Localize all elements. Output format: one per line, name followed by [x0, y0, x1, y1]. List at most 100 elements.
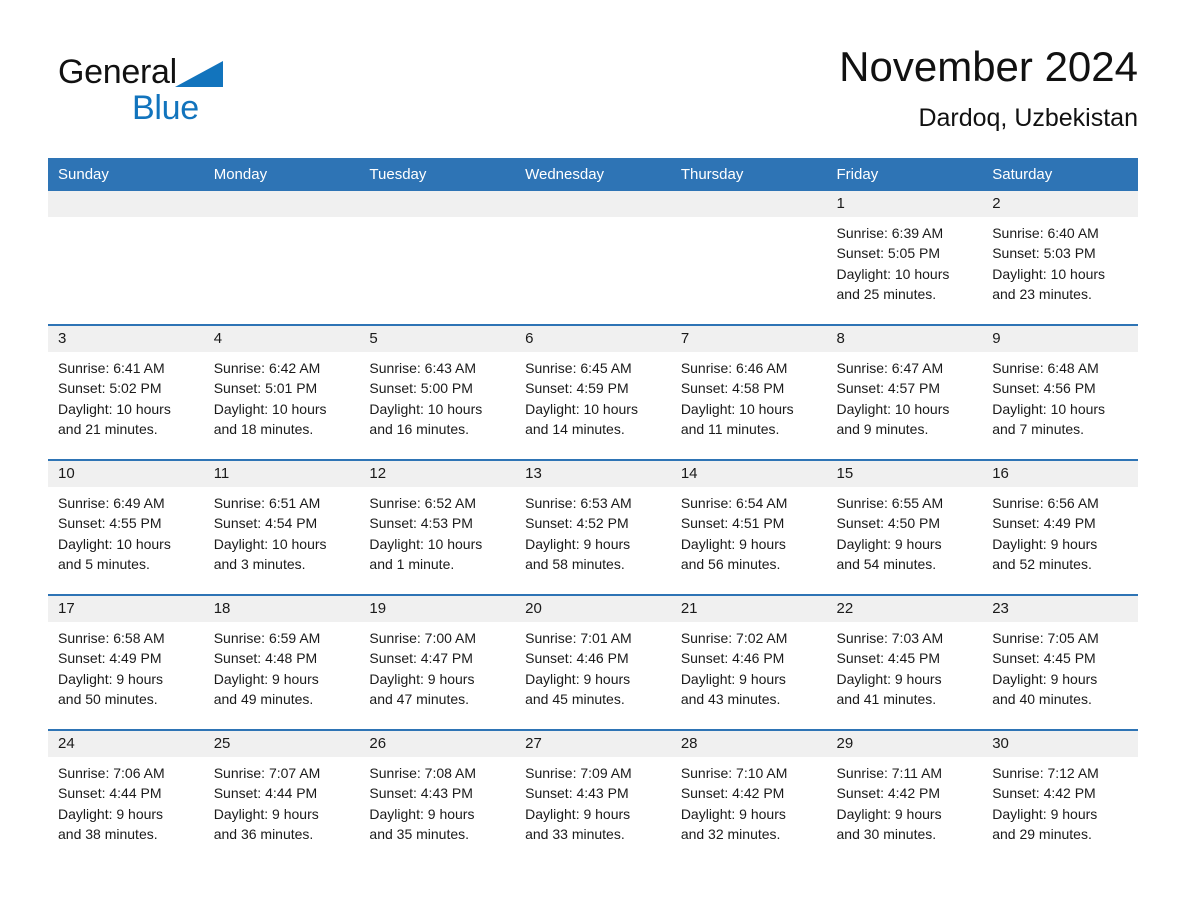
- day-cell: 29 Sunrise: 7:11 AM Sunset: 4:42 PM Dayligh…: [826, 731, 983, 864]
- day-cell: 26 Sunrise: 7:08 AM Sunset: 4:43 PM Dayligh…: [359, 731, 516, 864]
- calendar-day-cell[interactable]: 16 Sunrise: 6:56 AM Sunset: 4:49 PM Dayligh…: [982, 459, 1138, 595]
- calendar-day-cell[interactable]: 1 Sunrise: 6:39 AM Sunset: 5:05 PM Daylight…: [826, 191, 983, 325]
- calendar-day-cell[interactable]: 13 Sunrise: 6:53 AM Sunset: 4:52 PM Dayligh…: [515, 459, 671, 595]
- daylight-text-line1: Daylight: 10 hours: [213, 535, 327, 552]
- calendar-day-cell[interactable]: 17 Sunrise: 6:58 AM Sunset: 4:49 PM Dayligh…: [48, 594, 204, 730]
- calendar-day-cell[interactable]: 26 Sunrise: 7:08 AM Sunset: 4:43 PM Dayligh…: [359, 729, 516, 864]
- calendar-day-cell[interactable]: 19 Sunrise: 7:00 AM Sunset: 4:47 PM Dayligh…: [359, 594, 516, 730]
- calendar-day-cell[interactable]: 14 Sunrise: 6:54 AM Sunset: 4:51 PM Dayligh…: [670, 459, 827, 595]
- daylight-text-line1: Daylight: 9 hours: [680, 535, 786, 552]
- empty-day-cell: [359, 191, 516, 324]
- calendar-day-cell[interactable]: [515, 191, 671, 325]
- calendar-day-cell[interactable]: 18 Sunrise: 6:59 AM Sunset: 4:48 PM Dayligh…: [203, 594, 360, 730]
- sunset-text: Sunset: 4:59 PM: [525, 380, 629, 397]
- day-cell: 11 Sunrise: 6:51 AM Sunset: 4:54 PM Dayligh…: [203, 461, 360, 594]
- calendar-day-cell[interactable]: 9 Sunrise: 6:48 AM Sunset: 4:56 PM Daylight…: [982, 324, 1138, 460]
- calendar-day-cell[interactable]: 28 Sunrise: 7:10 AM Sunset: 4:42 PM Dayligh…: [670, 729, 827, 864]
- day-cell: 7 Sunrise: 6:46 AM Sunset: 4:58 PM Daylight…: [670, 326, 827, 459]
- daylight-text-line2: and 56 minutes.: [680, 556, 781, 573]
- calendar-day-cell[interactable]: [359, 191, 516, 325]
- day-details: Sunrise: 6:58 AM Sunset: 4:49 PM Daylight:…: [48, 622, 204, 710]
- sunset-text: Sunset: 4:45 PM: [992, 650, 1096, 667]
- daylight-text-line1: Daylight: 9 hours: [369, 805, 475, 822]
- day-details: Sunrise: 6:46 AM Sunset: 4:58 PM Daylight:…: [671, 352, 827, 440]
- day-details: Sunrise: 6:49 AM Sunset: 4:55 PM Daylight:…: [48, 487, 204, 575]
- calendar-day-cell[interactable]: 29 Sunrise: 7:11 AM Sunset: 4:42 PM Dayligh…: [826, 729, 983, 864]
- sunset-text: Sunset: 4:44 PM: [213, 785, 318, 802]
- day-details: Sunrise: 7:08 AM Sunset: 4:43 PM Daylight:…: [359, 757, 515, 845]
- day-number: 23: [982, 596, 1138, 622]
- weekday-header-friday: Friday: [826, 158, 983, 191]
- calendar-day-cell[interactable]: 7 Sunrise: 6:46 AM Sunset: 4:58 PM Daylight…: [670, 324, 827, 460]
- sunrise-text: Sunrise: 6:47 AM: [836, 360, 944, 376]
- daylight-text-line1: Daylight: 10 hours: [369, 535, 483, 552]
- calendar-day-cell[interactable]: 15 Sunrise: 6:55 AM Sunset: 4:50 PM Dayligh…: [826, 459, 983, 595]
- calendar-day-cell[interactable]: 30 Sunrise: 7:12 AM Sunset: 4:42 PM Dayligh…: [982, 729, 1138, 864]
- day-details: Sunrise: 6:52 AM Sunset: 4:53 PM Daylight:…: [359, 487, 515, 575]
- sunrise-text: Sunrise: 7:08 AM: [369, 765, 477, 781]
- calendar-day-cell[interactable]: 25 Sunrise: 7:07 AM Sunset: 4:44 PM Dayligh…: [203, 729, 360, 864]
- sunset-text: Sunset: 5:03 PM: [992, 245, 1096, 262]
- day-number: 2: [982, 191, 1138, 217]
- calendar-day-cell[interactable]: 5 Sunrise: 6:43 AM Sunset: 5:00 PM Daylight…: [359, 324, 516, 460]
- calendar-day-cell[interactable]: 23 Sunrise: 7:05 AM Sunset: 4:45 PM Dayligh…: [982, 594, 1138, 730]
- daylight-text-line1: Daylight: 9 hours: [836, 805, 942, 822]
- calendar-day-cell[interactable]: 21 Sunrise: 7:02 AM Sunset: 4:46 PM Dayligh…: [670, 594, 827, 730]
- daylight-text-line2: and 21 minutes.: [58, 421, 158, 438]
- calendar-day-cell[interactable]: 11 Sunrise: 6:51 AM Sunset: 4:54 PM Dayligh…: [203, 459, 360, 595]
- day-number: 10: [48, 461, 204, 487]
- calendar-day-cell[interactable]: [48, 191, 204, 325]
- calendar-day-cell[interactable]: 20 Sunrise: 7:01 AM Sunset: 4:46 PM Dayligh…: [515, 594, 671, 730]
- daylight-text-line1: Daylight: 9 hours: [369, 670, 475, 687]
- daylight-text-line1: Daylight: 10 hours: [836, 400, 950, 417]
- calendar-day-cell[interactable]: 3 Sunrise: 6:41 AM Sunset: 5:02 PM Daylight…: [48, 324, 204, 460]
- sunrise-text: Sunrise: 6:45 AM: [525, 360, 632, 376]
- daylight-text-line1: Daylight: 9 hours: [58, 670, 164, 687]
- calendar-day-cell[interactable]: [670, 191, 827, 325]
- calendar-day-cell[interactable]: 4 Sunrise: 6:42 AM Sunset: 5:01 PM Daylight…: [203, 324, 360, 460]
- calendar-day-cell[interactable]: 10 Sunrise: 6:49 AM Sunset: 4:55 PM Dayligh…: [48, 459, 204, 595]
- calendar-day-cell[interactable]: 12 Sunrise: 6:52 AM Sunset: 4:53 PM Dayligh…: [359, 459, 516, 595]
- daylight-text-line1: Daylight: 10 hours: [992, 265, 1106, 282]
- day-details: Sunrise: 6:55 AM Sunset: 4:50 PM Daylight:…: [827, 487, 983, 575]
- calendar-day-cell[interactable]: [203, 191, 360, 325]
- sunrise-text: Sunrise: 6:56 AM: [992, 495, 1099, 511]
- daylight-text-line1: Daylight: 9 hours: [525, 805, 631, 822]
- generalblue-logo[interactable]: General Blue: [58, 52, 318, 134]
- calendar-day-cell[interactable]: 27 Sunrise: 7:09 AM Sunset: 4:43 PM Dayligh…: [515, 729, 671, 864]
- calendar-day-cell[interactable]: 6 Sunrise: 6:45 AM Sunset: 4:59 PM Daylight…: [515, 324, 671, 460]
- calendar-day-cell[interactable]: 2 Sunrise: 6:40 AM Sunset: 5:03 PM Daylight…: [982, 191, 1138, 325]
- sunset-text: Sunset: 5:01 PM: [213, 380, 318, 397]
- calendar-day-cell[interactable]: 8 Sunrise: 6:47 AM Sunset: 4:57 PM Daylight…: [826, 324, 983, 460]
- daylight-text-line2: and 54 minutes.: [836, 556, 937, 573]
- daylight-text-line1: Daylight: 10 hours: [58, 535, 171, 552]
- day-number: 22: [826, 596, 983, 622]
- daylight-text-line2: and 32 minutes.: [680, 826, 781, 843]
- calendar-day-cell[interactable]: 22 Sunrise: 7:03 AM Sunset: 4:45 PM Dayligh…: [826, 594, 983, 730]
- sunrise-text: Sunrise: 7:07 AM: [213, 765, 321, 781]
- day-details: Sunrise: 7:03 AM Sunset: 4:45 PM Daylight:…: [827, 622, 983, 710]
- day-details: Sunrise: 6:51 AM Sunset: 4:54 PM Daylight:…: [204, 487, 360, 575]
- daylight-text-line2: and 58 minutes.: [525, 556, 625, 573]
- day-details: Sunrise: 6:43 AM Sunset: 5:00 PM Daylight:…: [359, 352, 515, 440]
- daylight-text-line1: Daylight: 9 hours: [992, 805, 1098, 822]
- sunset-text: Sunset: 4:53 PM: [369, 515, 473, 532]
- sunrise-text: Sunrise: 7:06 AM: [58, 765, 165, 781]
- sunrise-text: Sunrise: 7:03 AM: [836, 630, 944, 646]
- day-details: Sunrise: 7:07 AM Sunset: 4:44 PM Daylight:…: [204, 757, 360, 845]
- day-cell: 27 Sunrise: 7:09 AM Sunset: 4:43 PM Dayligh…: [515, 731, 671, 864]
- daylight-text-line2: and 3 minutes.: [213, 556, 306, 573]
- day-number: [48, 191, 204, 217]
- calendar-day-cell[interactable]: 24 Sunrise: 7:06 AM Sunset: 4:44 PM Dayligh…: [48, 729, 204, 864]
- day-number: [670, 191, 827, 217]
- day-details: Sunrise: 7:01 AM Sunset: 4:46 PM Daylight:…: [515, 622, 671, 710]
- day-number: 17: [48, 596, 204, 622]
- weekday-header-wednesday: Wednesday: [515, 158, 671, 191]
- day-cell: 9 Sunrise: 6:48 AM Sunset: 4:56 PM Daylight…: [982, 326, 1138, 459]
- empty-day-cell: [670, 191, 827, 324]
- sunrise-text: Sunrise: 7:10 AM: [680, 765, 788, 781]
- daylight-text-line2: and 11 minutes.: [680, 421, 780, 438]
- day-cell: 17 Sunrise: 6:58 AM Sunset: 4:49 PM Dayligh…: [48, 596, 204, 729]
- weekday-header-saturday: Saturday: [982, 158, 1138, 191]
- sunrise-text: Sunrise: 7:05 AM: [992, 630, 1099, 646]
